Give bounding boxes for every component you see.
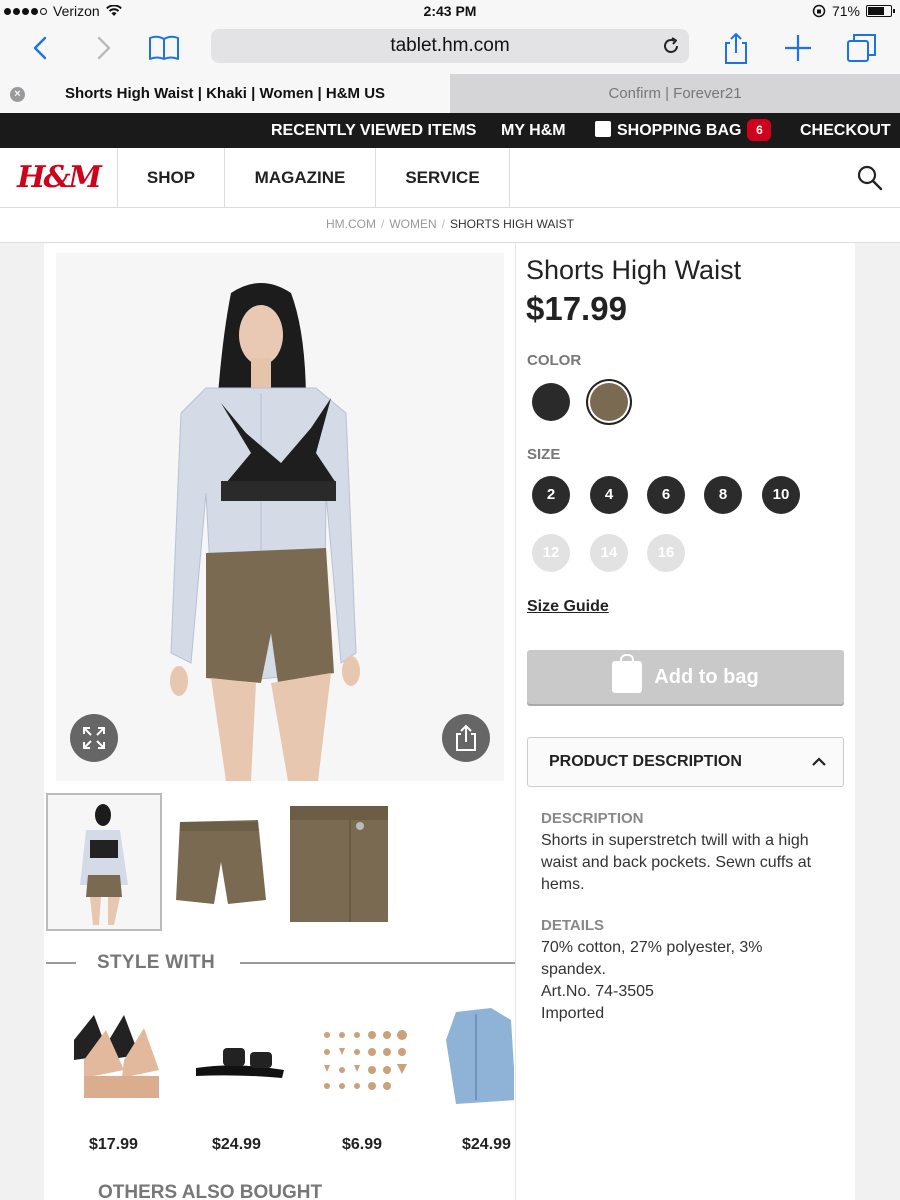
details-label: DETAILS: [541, 917, 605, 934]
rec-price: $24.99: [212, 1136, 261, 1153]
sandals-image: [196, 1048, 284, 1078]
thumbnail-shorts-detail[interactable]: [290, 806, 388, 922]
orientation-lock-icon: [812, 4, 826, 18]
description-label: DESCRIPTION: [541, 810, 644, 827]
main-nav: H&M SHOP MAGAZINE SERVICE: [0, 148, 900, 208]
thumbnail-image: [176, 820, 266, 904]
reload-icon[interactable]: [661, 36, 681, 56]
nav-service[interactable]: SERVICE: [376, 148, 510, 208]
description-text: Shorts in superstretch twill with a high…: [541, 832, 812, 893]
tab-label: Confirm | Forever21: [608, 85, 742, 102]
clock: 2:43 PM: [423, 3, 477, 19]
product-title: Shorts High Waist: [526, 255, 742, 285]
tab-hm[interactable]: × Shorts High Waist | Khaki | Women | H&…: [0, 74, 450, 113]
others-also-bought-title: OTHERS ALSO BOUGHT: [98, 1182, 323, 1200]
product-price: $17.99: [526, 290, 627, 327]
battery-icon: [866, 5, 895, 17]
thumbnail-image: [48, 795, 160, 929]
status-bar: Verizon 2:43 PM 71%: [0, 0, 900, 24]
shopping-bag-icon: [595, 121, 611, 137]
shopping-bag-icon: [612, 654, 643, 693]
account-nav: RECENTLY VIEWED ITEMS MY H&M SHOPPING BA…: [0, 113, 900, 148]
expand-icon: [83, 727, 105, 749]
color-swatch-khaki[interactable]: [590, 383, 628, 421]
address-bar[interactable]: tablet.hm.com: [211, 29, 689, 63]
url-text: tablet.hm.com: [390, 35, 510, 56]
size-guide-link[interactable]: Size Guide: [527, 598, 609, 616]
rec-item-sandals[interactable]: [188, 1000, 298, 1110]
add-to-bag-label: Add to bag: [654, 665, 759, 688]
breadcrumb-women[interactable]: WOMEN: [389, 217, 436, 231]
breadcrumb: HM.COM / WOMEN / SHORTS HIGH WAIST: [0, 208, 900, 243]
earrings-image: [324, 1030, 407, 1090]
rec-item-denim-jacket[interactable]: [436, 1000, 514, 1110]
color-label: COLOR: [527, 352, 582, 369]
fullscreen-button[interactable]: [70, 714, 118, 762]
details-composition: 70% cotton, 27% polyester, 3% spandex.: [541, 939, 763, 978]
details-article-number: Art.No. 74-3505: [541, 983, 654, 1000]
product-description-toggle[interactable]: PRODUCT DESCRIPTION: [527, 737, 844, 787]
size-option-8[interactable]: 8: [704, 476, 742, 514]
size-option-10[interactable]: 10: [762, 476, 800, 514]
shopping-bag-label: SHOPPING BAG: [617, 122, 742, 139]
my-hm-link[interactable]: MY H&M: [501, 113, 566, 148]
product-description-title: PRODUCT DESCRIPTION: [549, 753, 742, 770]
tab-bar: × Shorts High Waist | Khaki | Women | H&…: [0, 74, 900, 113]
denim-jacket-image: [446, 1008, 514, 1104]
details-origin: Imported: [541, 1005, 605, 1022]
checkout-link[interactable]: CHECKOUT: [800, 113, 891, 148]
rec-item-bralettes[interactable]: [64, 1000, 174, 1110]
product-image[interactable]: [56, 253, 504, 781]
share-icon: [456, 724, 476, 751]
hm-logo[interactable]: H&M: [0, 148, 118, 208]
rec-price: $6.99: [342, 1136, 383, 1153]
breadcrumb-current: SHORTS HIGH WAIST: [450, 217, 575, 231]
battery-percent: 71%: [831, 3, 860, 19]
rec-price: $24.99: [462, 1136, 511, 1153]
recently-viewed-link[interactable]: RECENTLY VIEWED ITEMS: [271, 113, 476, 148]
rec-price: $17.99: [89, 1136, 138, 1153]
chevron-up-icon: [812, 757, 826, 766]
new-tab-icon[interactable]: [780, 30, 816, 66]
nav-shop[interactable]: SHOP: [118, 148, 225, 208]
color-swatch-black[interactable]: [532, 383, 570, 421]
breadcrumb-home[interactable]: HM.COM: [326, 217, 376, 231]
bookmarks-icon[interactable]: [146, 30, 182, 66]
thumbnail-model[interactable]: [46, 793, 162, 931]
size-option-16-unavailable: 16: [647, 534, 685, 572]
size-option-12-unavailable: 12: [532, 534, 570, 572]
bralettes-image: [74, 1015, 159, 1098]
model-photo: [56, 253, 504, 781]
size-label: SIZE: [527, 446, 561, 463]
browser-toolbar: tablet.hm.com: [0, 24, 900, 74]
shopping-bag-link[interactable]: SHOPPING BAG 6: [595, 113, 772, 148]
size-option-2[interactable]: 2: [532, 476, 570, 514]
share-icon[interactable]: [718, 30, 754, 66]
tab-label: Shorts High Waist | Khaki | Women | H&M …: [64, 85, 386, 102]
nav-magazine[interactable]: MAGAZINE: [225, 148, 376, 208]
thumbnail-shorts-front[interactable]: [168, 800, 274, 930]
thumbnail-image: [290, 806, 388, 922]
close-tab-icon[interactable]: ×: [10, 87, 25, 102]
forward-arrow-icon[interactable]: [86, 30, 122, 66]
tab-forever21[interactable]: Confirm | Forever21: [450, 74, 900, 113]
bag-count-badge: 6: [747, 119, 772, 141]
back-arrow-icon[interactable]: [24, 30, 60, 66]
share-image-button[interactable]: [442, 714, 490, 762]
style-with-header: STYLE WITH: [44, 950, 515, 976]
tabs-icon[interactable]: [844, 30, 880, 66]
search-icon[interactable]: [856, 164, 884, 192]
size-option-14-unavailable: 14: [590, 534, 628, 572]
size-option-4[interactable]: 4: [590, 476, 628, 514]
rec-item-earrings[interactable]: [312, 1000, 422, 1110]
add-to-bag-button[interactable]: Add to bag: [527, 650, 844, 704]
style-with-title: STYLE WITH: [97, 952, 216, 973]
size-option-6[interactable]: 6: [647, 476, 685, 514]
